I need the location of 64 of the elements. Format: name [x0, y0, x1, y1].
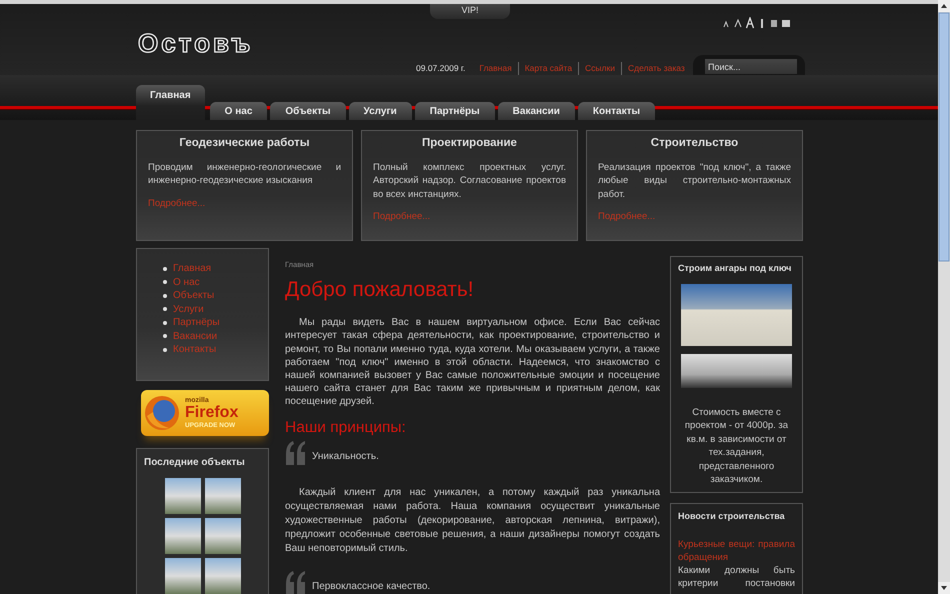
read-more-link[interactable]: Подробнее...	[148, 198, 206, 209]
nav-tab[interactable]: Главная	[136, 85, 205, 120]
quote-icon	[285, 570, 306, 594]
search-field[interactable]: Поиск...	[705, 59, 797, 74]
side-menu-link[interactable]: Вакансии	[173, 330, 218, 343]
vip-tab[interactable]: VIP!	[430, 4, 510, 19]
date-text: 09.07.2009 г.	[416, 62, 466, 75]
read-more-link[interactable]: Подробнее...	[373, 211, 430, 222]
photo-placeholder[interactable]	[204, 558, 240, 594]
section-heading: Наши принципы:	[285, 418, 407, 438]
intro-paragraph: Мы рады видеть Вас в нашем виртуальном офисе. Если Вас сейчас интересует такая сфера деятельности, как проектирование, строительство и ремонт, то Вы попали именно туда, куда хотели. Мы оказываем услуги, а также работаем "под ключ" именно в этой области. Надеемся, что знакомство с нашей компанией вызовет у Вас самые положительные эмоции и посещение нашего сайта станет для Вас таким же привычным и приятным делом, как посещение друзей.	[285, 316, 660, 409]
service-text: Проводим инженерно-геологические и инженерно-геодезические изыскания	[148, 160, 341, 188]
principle-title: Уникальность.	[312, 450, 379, 464]
bullet-icon	[163, 348, 167, 352]
side-menu-link[interactable]: Контакты	[173, 343, 216, 356]
narrow-layout-icon[interactable]	[758, 17, 766, 29]
news-text: Какими должны быть критерии постановки	[678, 564, 795, 590]
bullet-icon	[163, 334, 167, 338]
service-title: Геодезические работы	[178, 137, 311, 151]
medium-layout-icon[interactable]	[770, 17, 778, 29]
logo[interactable]: Остовъ	[138, 28, 254, 58]
header-link[interactable]: Главная	[479, 62, 512, 75]
promo-text: Стоимость вместе с проектом - от 4000р. за кв.м. в зависимости от тех.задания, представленного заказчиком.	[684, 406, 790, 486]
panel-title: Строим ангары под ключ	[678, 262, 792, 275]
photo-placeholder[interactable]	[164, 518, 200, 554]
hangar-photo-placeholder[interactable]	[681, 284, 792, 346]
nav-tab[interactable]: Контакты	[578, 102, 656, 120]
nav-tab[interactable]: О нас	[210, 102, 268, 120]
photo-placeholder[interactable]	[204, 518, 240, 554]
photo-placeholder[interactable]	[204, 478, 240, 514]
quote-icon	[285, 440, 306, 466]
service-text: Реализация проектов "под ключ", а также любые виды строительно-монтажных работ.	[598, 160, 791, 202]
service-text: Полный комплекс проектных услуг. Авторский надзор. Согласование проектов во всех инстанциях.	[373, 160, 566, 202]
side-menu-link[interactable]: Объекты	[173, 289, 214, 302]
nav-tab[interactable]: Партнёры	[414, 102, 495, 120]
page-heading: Добро пожаловать!	[285, 278, 475, 302]
read-more-link[interactable]: Подробнее...	[598, 211, 656, 222]
banner-title: Firefox	[185, 404, 238, 420]
scrollbar[interactable]	[938, 0, 950, 594]
nav-tab[interactable]: Объекты	[270, 102, 346, 120]
panel-title: Последние объекты	[144, 456, 246, 470]
photo-placeholder[interactable]	[164, 558, 200, 594]
font-large-icon[interactable]	[746, 17, 754, 29]
globe-icon	[143, 394, 181, 432]
nav-tab[interactable]: Вакансии	[498, 102, 575, 120]
principle-title: Первоклассное качество.	[312, 580, 430, 594]
bullet-icon	[163, 294, 167, 298]
news-link[interactable]: Курьезные вещи: правила обращения	[678, 538, 795, 564]
bullet-icon	[163, 307, 167, 312]
panel-title: Новости строительства	[678, 510, 786, 523]
bullet-icon	[163, 280, 167, 284]
nav-tab[interactable]: Услуги	[348, 102, 412, 120]
side-menu-link[interactable]: О нас	[173, 276, 200, 289]
side-menu-link[interactable]: Услуги	[173, 302, 204, 316]
side-menu-link[interactable]: Главная	[173, 262, 212, 276]
bullet-icon	[163, 266, 167, 271]
wide-layout-icon[interactable]	[782, 17, 790, 29]
principle-text: Каждый клиент для нас уникален, а потому каждый раз уникальна осуществляемая нами работа. Наша компания осуществит уникальные художественные работы (декорирование, авторская лепнина, витражи), предложит особенные световые решения, а наши дизайнеры помогут создать Ваш неповторимый стиль.	[285, 486, 660, 556]
photo-placeholder[interactable]	[164, 478, 200, 514]
service-title: Проектирование	[421, 137, 518, 151]
side-menu-link[interactable]: Партнёры	[173, 316, 220, 330]
bullet-icon	[163, 320, 167, 325]
service-title: Строительство	[650, 137, 740, 151]
interior-photo-placeholder[interactable]	[681, 354, 792, 388]
